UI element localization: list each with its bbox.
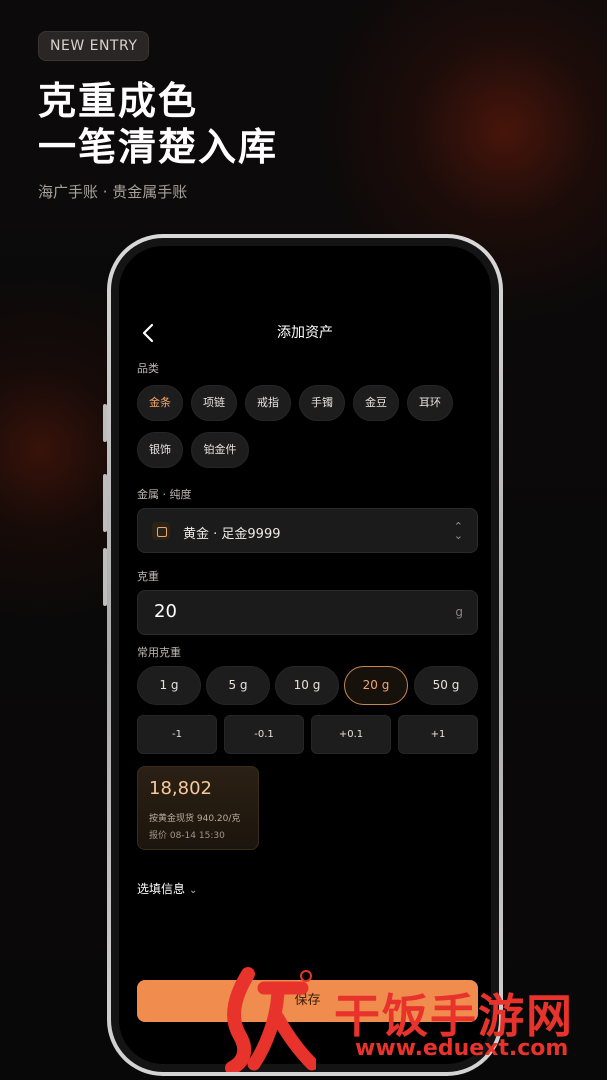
phone-mockup: 添加资产 品类 金条 项链 戒指 手镯 金豆 耳环 银饰 铂金件 金属 · 纯度… [107,234,503,1076]
chevron-down-icon: ⌄ [189,885,198,896]
optional-info-label: 选填信息 [137,882,186,896]
category-chip-bracelet[interactable]: 手镯 [299,385,345,421]
category-chip-necklace[interactable]: 项链 [191,385,237,421]
valuation-card: 18,802 按黄金现货 940.20/克 报价 08-14 15:30 [137,766,259,850]
category-chip-gold-bean[interactable]: 金豆 [353,385,399,421]
updown-chevron-icon: ⌃ ⌄ [453,520,463,542]
weight-input[interactable]: 20 g [137,590,478,635]
step-plus-0-1-button[interactable]: +0.1 [311,715,391,754]
category-chip-ring[interactable]: 戒指 [245,385,291,421]
gold-square-icon [152,522,170,540]
watermark-url: www.eduext.com [355,1036,569,1061]
headline-line-2: 一笔清楚入库 [38,125,279,169]
valuation-quote-time: 报价 08-14 15:30 [149,831,225,841]
weight-chip-1g[interactable]: 1 g [137,666,201,705]
category-chip-silver[interactable]: 银饰 [137,432,183,468]
new-entry-badge: NEW ENTRY [38,31,150,61]
headline-line-1: 克重成色 [38,79,199,123]
step-minus-0-1-button[interactable]: -0.1 [224,715,304,754]
step-plus-1-button[interactable]: +1 [398,715,478,754]
watermark-logo [225,967,316,1072]
valuation-amount: 18,802 [149,778,212,799]
weight-unit: g [455,605,463,619]
page-headline: 克重成色 一笔清楚入库 [38,78,278,170]
optional-info-toggle[interactable]: 选填信息 ⌄ [137,880,197,897]
weight-chip-10g[interactable]: 10 g [275,666,339,705]
common-weight-label: 常用克重 [137,646,181,659]
weight-chip-20g[interactable]: 20 g [344,666,408,705]
phone-bezel: 添加资产 品类 金条 项链 戒指 手镯 金豆 耳环 银饰 铂金件 金属 · 纯度… [111,238,499,1072]
weight-chip-50g[interactable]: 50 g [414,666,478,705]
valuation-basis: 按黄金现货 940.20/克 [149,814,241,824]
phone-screen: 添加资产 品类 金条 项链 戒指 手镯 金豆 耳环 银饰 铂金件 金属 · 纯度… [119,246,491,1064]
category-chip-gold-bar[interactable]: 金条 [137,385,183,421]
metal-purity-label: 金属 · 纯度 [137,488,192,501]
weight-chip-5g[interactable]: 5 g [206,666,270,705]
weight-value: 20 [154,601,177,622]
metal-purity-select[interactable]: 黄金 · 足金9999 ⌃ ⌄ [137,508,478,553]
category-chip-earrings[interactable]: 耳环 [407,385,453,421]
category-chip-platinum[interactable]: 铂金件 [191,432,249,468]
weight-label: 克重 [137,570,159,583]
metal-purity-value: 黄金 · 足金9999 [183,527,281,542]
step-minus-1-button[interactable]: -1 [137,715,217,754]
category-label: 品类 [137,362,159,375]
page-subtitle: 海广手账 · 贵金属手账 [38,183,188,201]
screen-title: 添加资产 [277,325,333,341]
